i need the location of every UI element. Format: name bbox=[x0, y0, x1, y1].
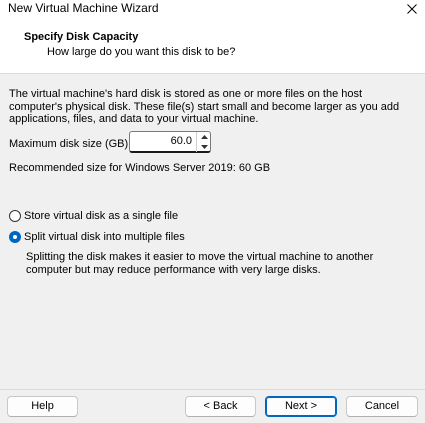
wizard-content: The virtual machine's hard disk is store… bbox=[0, 74, 425, 389]
single-file-radio[interactable]: Store virtual disk as a single file bbox=[9, 210, 178, 222]
multiple-files-label[interactable]: Split virtual disk into multiple files bbox=[24, 231, 185, 243]
window-title: New Virtual Machine Wizard bbox=[8, 1, 159, 15]
title-bar: New Virtual Machine Wizard bbox=[0, 0, 425, 18]
wizard-header: Specify Disk Capacity How large do you w… bbox=[0, 18, 425, 74]
multiple-files-radio[interactable]: Split virtual disk into multiple files bbox=[9, 231, 185, 243]
back-button[interactable]: < Back bbox=[185, 396, 256, 417]
split-description: Splitting the disk makes it easier to mo… bbox=[26, 251, 374, 276]
cancel-button[interactable]: Cancel bbox=[346, 396, 418, 417]
disk-description: The virtual machine's hard disk is store… bbox=[9, 88, 400, 125]
spin-down-icon[interactable] bbox=[197, 142, 211, 152]
wizard-footer: Help < Back Next > Cancel bbox=[0, 389, 425, 423]
spinner-arrows bbox=[196, 132, 210, 152]
spin-up-icon[interactable] bbox=[197, 132, 211, 142]
next-button[interactable]: Next > bbox=[265, 396, 337, 417]
recommended-size-text: Recommended size for Windows Server 2019… bbox=[9, 162, 271, 174]
max-disk-size-label: Maximum disk size (GB): bbox=[9, 138, 132, 150]
radio-unchecked-icon[interactable] bbox=[9, 210, 21, 222]
max-disk-size-spinner[interactable]: 60.0 bbox=[129, 131, 211, 153]
help-button[interactable]: Help bbox=[7, 396, 78, 417]
max-disk-size-value[interactable]: 60.0 bbox=[171, 135, 192, 147]
close-icon[interactable] bbox=[399, 0, 425, 18]
single-file-label[interactable]: Store virtual disk as a single file bbox=[24, 210, 178, 222]
page-title: Specify Disk Capacity bbox=[24, 31, 139, 43]
page-subtitle: How large do you want this disk to be? bbox=[47, 46, 236, 58]
radio-checked-icon[interactable] bbox=[9, 231, 21, 243]
